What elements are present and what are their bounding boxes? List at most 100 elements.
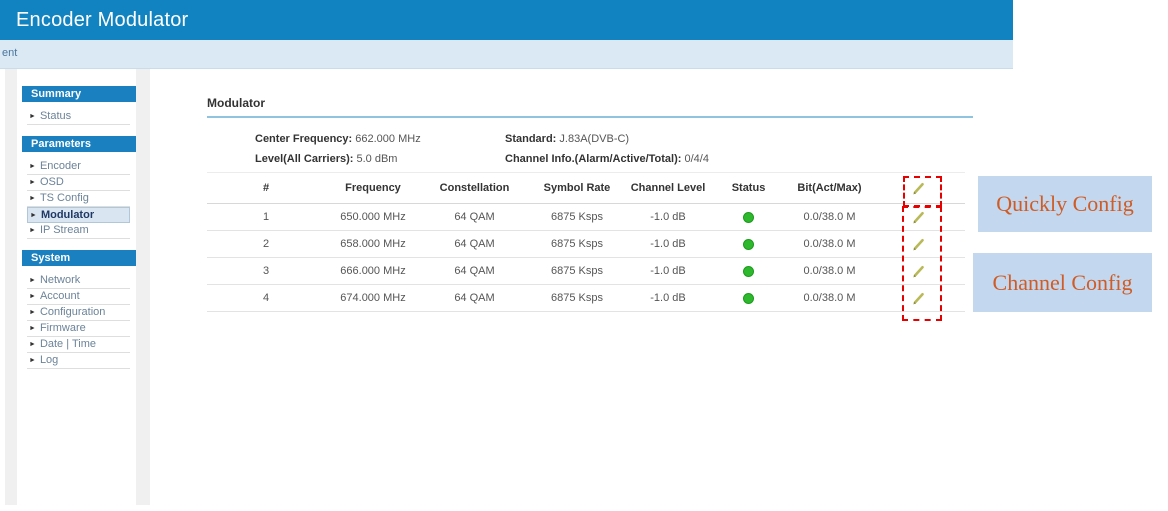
title-divider: [207, 116, 973, 118]
cell-num: 3: [207, 257, 325, 285]
cell-bit: 0.0/38.0 M: [787, 284, 872, 312]
sidebar-item-label: Encoder: [39, 160, 81, 172]
info-standard: Standard: J.83A(DVB-C): [505, 133, 629, 145]
info-value: 5.0 dBm: [356, 153, 398, 165]
cell-bit: 0.0/38.0 M: [787, 257, 872, 285]
info-label: Channel Info.(Alarm/Active/Total):: [505, 153, 682, 165]
triangle-right-icon: ►: [29, 227, 36, 234]
quickly-config-highlight-box: [903, 176, 942, 207]
cell-bit: 0.0/38.0 M: [787, 203, 872, 231]
modulator-table: # Frequency Constellation Symbol Rate Ch…: [207, 172, 965, 312]
cell-status: [710, 230, 787, 258]
cell-num: 1: [207, 203, 325, 231]
cell-frequency: 674.000 MHz: [325, 284, 421, 312]
cell-num: 2: [207, 230, 325, 258]
sidebar-item-label: Date | Time: [39, 338, 96, 350]
cell-symbol-rate: 6875 Ksps: [528, 230, 626, 258]
breadcrumb-text: ent: [2, 47, 18, 59]
sidebar-item-label: IP Stream: [39, 224, 89, 236]
cell-constellation: 64 QAM: [421, 257, 528, 285]
cell-symbol-rate: 6875 Ksps: [528, 203, 626, 231]
channel-config-highlight-box: [902, 206, 942, 321]
cell-constellation: 64 QAM: [421, 284, 528, 312]
triangle-right-icon: ►: [29, 195, 36, 202]
info-label: Standard:: [505, 133, 557, 145]
cell-symbol-rate: 6875 Ksps: [528, 257, 626, 285]
table-row: 1 650.000 MHz 64 QAM 6875 Ksps -1.0 dB 0…: [207, 203, 965, 231]
col-header-channel-level: Channel Level: [626, 172, 710, 204]
sidebar-item-encoder[interactable]: ► Encoder: [27, 159, 130, 175]
sidebar-item-label: Modulator: [40, 209, 95, 221]
cell-channel-level: -1.0 dB: [626, 203, 710, 231]
sidebar-item-ip-stream[interactable]: ► IP Stream: [27, 223, 130, 239]
page-title: Modulator: [207, 96, 265, 110]
triangle-right-icon: ►: [29, 341, 36, 348]
table-row: 3 666.000 MHz 64 QAM 6875 Ksps -1.0 dB 0…: [207, 257, 965, 285]
sidebar-item-ts-config[interactable]: ► TS Config: [27, 191, 130, 207]
sidebar-item-label: Log: [39, 354, 59, 366]
cell-channel-level: -1.0 dB: [626, 257, 710, 285]
sidebar-item-label: Firmware: [39, 322, 86, 334]
sidebar-item-label: OSD: [39, 176, 64, 188]
triangle-right-icon: ►: [29, 179, 36, 186]
col-header-symbol-rate: Symbol Rate: [528, 172, 626, 204]
sidebar-item-log[interactable]: ► Log: [27, 353, 130, 369]
sidebar-item-osd[interactable]: ► OSD: [27, 175, 130, 191]
col-header-frequency: Frequency: [325, 172, 421, 204]
col-header-constellation: Constellation: [421, 172, 528, 204]
cell-channel-level: -1.0 dB: [626, 230, 710, 258]
cell-frequency: 650.000 MHz: [325, 203, 421, 231]
sidebar-item-label: Configuration: [39, 306, 106, 318]
cell-bit: 0.0/38.0 M: [787, 230, 872, 258]
col-header-num: #: [207, 172, 325, 204]
info-level: Level(All Carriers): 5.0 dBm: [255, 153, 397, 165]
col-header-status: Status: [710, 172, 787, 204]
sidebar-section-summary: Summary: [22, 86, 136, 102]
triangle-right-icon: ►: [29, 163, 36, 170]
table-header-row: # Frequency Constellation Symbol Rate Ch…: [207, 172, 965, 204]
sidebar-item-label: Network: [39, 274, 81, 286]
green-dot-icon: [743, 265, 754, 277]
triangle-right-icon: ►: [29, 293, 36, 300]
triangle-right-icon: ►: [29, 325, 36, 332]
sidebar-item-firmware[interactable]: ► Firmware: [27, 321, 130, 337]
triangle-right-icon: ►: [30, 212, 37, 219]
channel-config-callout: Channel Config: [973, 253, 1152, 312]
info-label: Center Frequency:: [255, 133, 353, 145]
info-value: J.83A(DVB-C): [559, 133, 630, 145]
sidebar-section-parameters: Parameters: [22, 136, 136, 152]
table-row: 2 658.000 MHz 64 QAM 6875 Ksps -1.0 dB 0…: [207, 230, 965, 258]
sidebar-item-network[interactable]: ► Network: [27, 273, 130, 289]
cell-num: 4: [207, 284, 325, 312]
triangle-right-icon: ►: [29, 357, 36, 364]
breadcrumb-bar: ent: [0, 40, 1013, 69]
cell-symbol-rate: 6875 Ksps: [528, 284, 626, 312]
triangle-right-icon: ►: [29, 113, 36, 120]
sidebar-item-label: TS Config: [39, 192, 89, 204]
sidebar-section-system: System: [22, 250, 136, 266]
sidebar-item-status[interactable]: ► Status: [27, 109, 130, 125]
sidebar-item-label: Account: [39, 290, 80, 302]
green-dot-icon: [743, 211, 754, 223]
cell-frequency: 666.000 MHz: [325, 257, 421, 285]
triangle-right-icon: ►: [29, 309, 36, 316]
cell-constellation: 64 QAM: [421, 230, 528, 258]
quickly-config-callout: Quickly Config: [978, 176, 1152, 232]
sidebar: Summary ► Status Parameters ► Encoder ► OSD…: [17, 86, 136, 380]
info-channel-info: Channel Info.(Alarm/Active/Total): 0/4/4: [505, 153, 709, 165]
green-dot-icon: [743, 292, 754, 304]
col-header-bit: Bit(Act/Max): [787, 172, 872, 204]
info-label: Level(All Carriers):: [255, 153, 354, 165]
sidebar-item-date-time[interactable]: ► Date | Time: [27, 337, 130, 353]
cell-status: [710, 257, 787, 285]
cell-frequency: 658.000 MHz: [325, 230, 421, 258]
sidebar-item-configuration[interactable]: ► Configuration: [27, 305, 130, 321]
sidebar-item-modulator[interactable]: ► Modulator: [27, 207, 130, 223]
info-center-frequency: Center Frequency: 662.000 MHz: [255, 133, 421, 145]
table-row: 4 674.000 MHz 64 QAM 6875 Ksps -1.0 dB 0…: [207, 284, 965, 312]
app-header: Encoder Modulator: [0, 0, 1013, 40]
cell-constellation: 64 QAM: [421, 203, 528, 231]
sidebar-item-account[interactable]: ► Account: [27, 289, 130, 305]
cell-status: [710, 284, 787, 312]
green-dot-icon: [743, 238, 754, 250]
